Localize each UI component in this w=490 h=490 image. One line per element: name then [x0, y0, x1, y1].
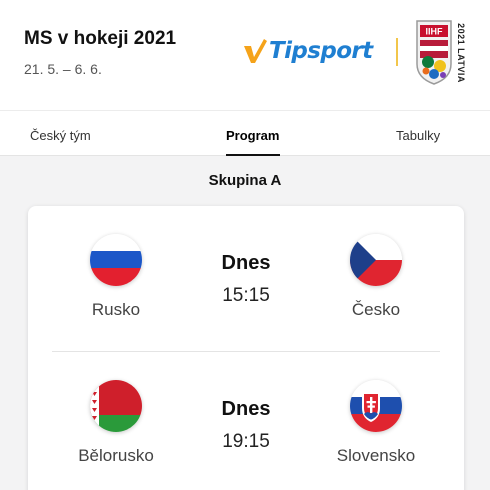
logo-divider	[396, 38, 398, 66]
tipsport-check-icon	[244, 39, 267, 63]
iihf-logo: IIHF	[414, 18, 454, 86]
home-team-name: Bělorusko	[78, 446, 154, 465]
away-team-name: Slovensko	[336, 446, 416, 465]
latvia-label: 2021 LATVIA	[456, 23, 466, 83]
match-day: Dnes	[221, 398, 271, 420]
home-team[interactable]: Rusko	[56, 234, 176, 320]
match-start-time: 15:15	[222, 285, 270, 306]
group-title: Skupina A	[208, 172, 282, 189]
slovakia-flag-icon	[350, 380, 402, 432]
active-tab-indicator	[226, 154, 280, 156]
tab-tabulky[interactable]: Tabulky	[396, 128, 440, 143]
russia-flag-icon	[90, 234, 142, 286]
sponsor-name: Tipsport	[269, 38, 373, 64]
away-team[interactable]: Slovensko	[316, 380, 436, 466]
match-time: Dnes 19:15	[186, 398, 306, 453]
belarus-flag-icon	[90, 380, 142, 432]
home-team[interactable]: Bělorusko	[56, 380, 176, 466]
match-row[interactable]: Bělorusko Dnes 19:15 Slovensko	[28, 352, 464, 490]
away-team-name: Česko	[351, 300, 401, 319]
match-day: Dnes	[221, 252, 271, 274]
tab-program[interactable]: Program	[226, 128, 279, 143]
tipsport-logo[interactable]: Tipsport	[242, 34, 373, 68]
match-time: Dnes 15:15	[186, 252, 306, 307]
tab-cesky-tym[interactable]: Český tým	[30, 128, 91, 143]
tournament-dates: 21. 5. – 6. 6.	[24, 61, 102, 77]
czech-flag-icon	[350, 234, 402, 286]
event-side-text: 2021 LATVIA	[455, 20, 467, 86]
page-title: MS v hokeji 2021	[24, 28, 177, 49]
home-team-name: Rusko	[91, 300, 141, 319]
match-start-time: 19:15	[222, 431, 270, 452]
matches-card: Rusko Dnes 15:15 Česko Bělorusko Dnes 19…	[28, 206, 464, 490]
match-row[interactable]: Rusko Dnes 15:15 Česko	[28, 206, 464, 352]
tab-bar: Český tým Program Tabulky	[0, 110, 490, 156]
away-team[interactable]: Česko	[316, 234, 436, 320]
app-header: MS v hokeji 2021 21. 5. – 6. 6. Tipsport…	[0, 0, 490, 110]
iihf-badge-text: IIHF	[426, 27, 444, 37]
